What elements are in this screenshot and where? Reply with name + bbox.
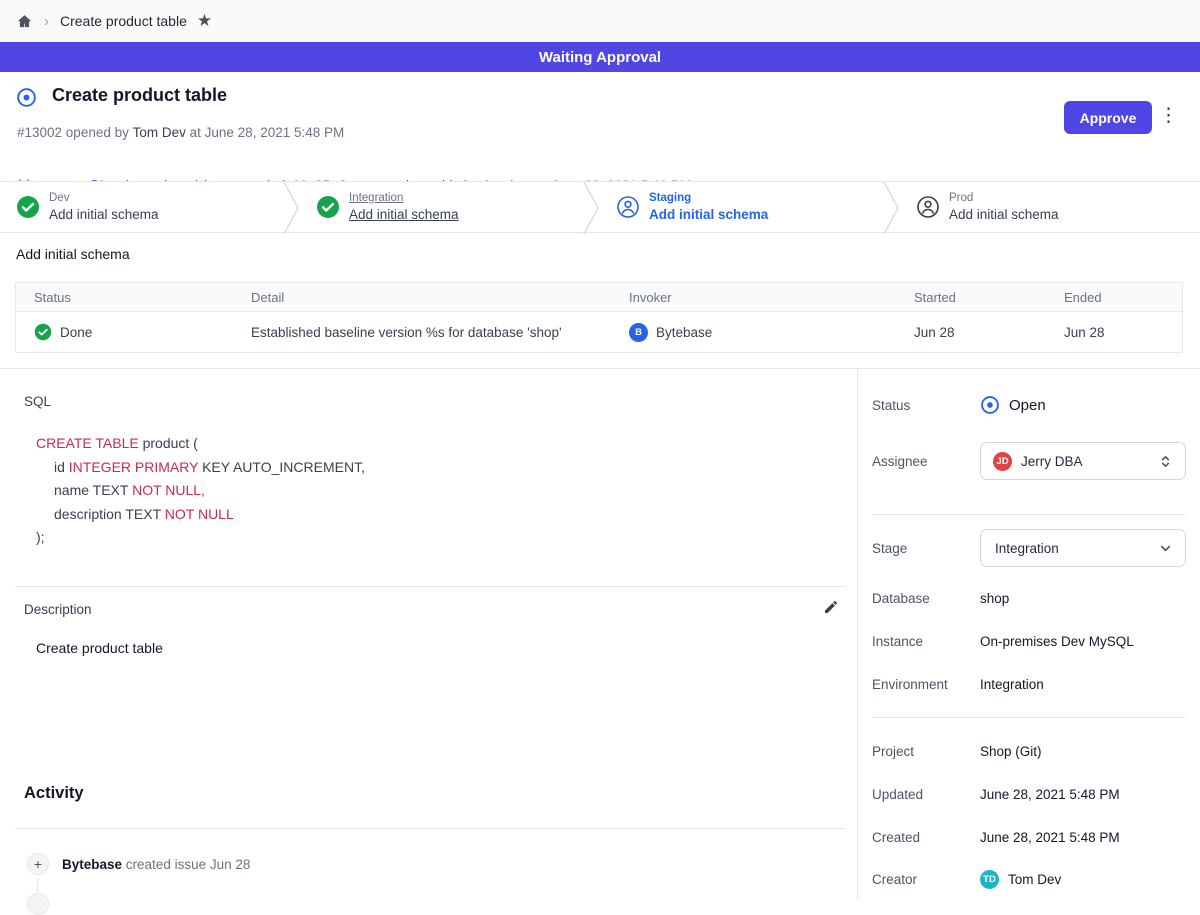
description-label: Description <box>24 602 92 617</box>
stage-separator-chevron <box>883 182 900 234</box>
col-status: Status <box>34 290 251 305</box>
sidebar-row-stage: Stage Integration <box>872 529 1186 567</box>
updown-chevron-icon <box>1158 454 1173 469</box>
approval-banner: Waiting Approval <box>0 42 1200 72</box>
stage-done-check-icon <box>316 195 340 219</box>
pipeline-stage-prod[interactable]: Prod Add initial schema <box>900 182 1200 232</box>
invoker-avatar: B <box>629 323 648 342</box>
issue-author: Tom Dev <box>133 125 186 140</box>
updated-value: June 28, 2021 5:48 PM <box>980 787 1120 802</box>
stage-pending-icon <box>916 195 940 219</box>
activity-section-title: Activity <box>24 784 84 803</box>
issue-open-icon <box>16 87 37 108</box>
sidebar-row-status: Status Open <box>872 395 1186 415</box>
stage-pipeline: Dev Add initial schema Integration Add i… <box>0 181 1200 233</box>
stage-value: Integration <box>995 541 1059 556</box>
instance-value: On-premises Dev MySQL <box>980 634 1134 649</box>
stage-select[interactable]: Integration <box>980 529 1186 567</box>
breadcrumb: › Create product table ★ <box>0 0 1200 42</box>
stage-separator-chevron <box>283 182 300 234</box>
pipeline-stage-staging[interactable]: Staging Add initial schema <box>600 182 900 232</box>
bookmark-star-icon[interactable]: ★ <box>197 11 212 31</box>
activity-item: + Bytebase created issue Jun 28 <box>27 853 250 875</box>
task-section-title: Add initial schema <box>16 246 130 262</box>
lower-content: SQL CREATE TABLE product (id INTEGER PRI… <box>0 368 1200 900</box>
created-value: June 28, 2021 5:48 PM <box>980 830 1120 845</box>
sidebar-row-database: Database shop <box>872 590 1186 607</box>
edit-pencil-icon[interactable] <box>823 599 839 615</box>
sidebar-row-instance: Instance On-premises Dev MySQL <box>872 633 1186 650</box>
task-detail-cell: Established baseline version %s for data… <box>251 325 629 340</box>
project-value: Shop (Git) <box>980 744 1042 759</box>
col-started: Started <box>914 290 1064 305</box>
task-status-cell: Done <box>34 323 251 341</box>
sidebar-divider <box>872 717 1186 718</box>
sidebar-row-assignee: Assignee JD Jerry DBA <box>872 442 1186 480</box>
status-open-icon <box>980 395 1000 415</box>
timeline-connector <box>37 878 38 893</box>
issue-header: Create product table #13002 opened by To… <box>0 72 1200 181</box>
stage-env-label: Integration <box>349 191 459 206</box>
stage-task-label: Add initial schema <box>349 206 459 223</box>
breadcrumb-chevron-icon: › <box>44 13 49 30</box>
sidebar-row-creator: Creator TD Tom Dev <box>872 868 1186 890</box>
assignee-select[interactable]: JD Jerry DBA <box>980 442 1186 480</box>
approval-banner-text: Waiting Approval <box>539 49 661 66</box>
col-ended: Ended <box>1064 290 1182 305</box>
issue-sidebar: Status Open Assignee JD Jerry DBA Stage … <box>858 369 1200 900</box>
task-table: Status Detail Invoker Started Ended Done… <box>15 282 1183 353</box>
activity-action: created issue Jun 28 <box>122 857 250 872</box>
sidebar-row-environment: Environment Integration <box>872 676 1186 693</box>
creator-avatar: TD <box>980 870 999 889</box>
sidebar-row-updated: Updated June 28, 2021 5:48 PM <box>872 786 1186 803</box>
col-invoker: Invoker <box>629 290 914 305</box>
pipeline-stage-integration[interactable]: Integration Add initial schema <box>300 182 600 232</box>
stage-done-check-icon <box>16 195 40 219</box>
stage-task-label: Add initial schema <box>49 206 159 223</box>
col-detail: Detail <box>251 290 629 305</box>
sql-code: CREATE TABLE product (id INTEGER PRIMARY… <box>36 432 365 550</box>
divider <box>15 586 845 587</box>
status-value: Open <box>1009 397 1046 414</box>
sidebar-row-created: Created June 28, 2021 5:48 PM <box>872 829 1186 846</box>
divider <box>15 828 845 829</box>
issue-title: Create product table <box>52 85 227 106</box>
pipeline-stage-dev[interactable]: Dev Add initial schema <box>0 182 300 232</box>
activity-actor: Bytebase <box>62 857 122 872</box>
home-icon[interactable] <box>16 13 33 30</box>
task-ended-cell: Jun 28 <box>1064 325 1182 340</box>
task-table-header: Status Detail Invoker Started Ended <box>16 283 1182 312</box>
task-invoker-cell: B Bytebase <box>629 323 914 342</box>
main-column: SQL CREATE TABLE product (id INTEGER PRI… <box>0 369 858 900</box>
done-check-icon <box>34 323 52 341</box>
issue-meta: #13002 opened by Tom Dev at June 28, 202… <box>17 125 344 140</box>
approve-button[interactable]: Approve <box>1064 101 1152 134</box>
sidebar-divider <box>872 514 1186 515</box>
assignee-value: Jerry DBA <box>1021 454 1083 469</box>
breadcrumb-page-title: Create product table <box>60 13 187 29</box>
sidebar-row-project: Project Shop (Git) <box>872 743 1186 760</box>
sql-section-label: SQL <box>24 394 51 409</box>
database-value: shop <box>980 591 1009 606</box>
stage-separator-chevron <box>583 182 600 234</box>
stage-task-label: Add initial schema <box>649 206 768 223</box>
creator-value: Tom Dev <box>1008 872 1061 887</box>
environment-value: Integration <box>980 677 1044 692</box>
more-actions-kebab-icon[interactable]: ⋮ <box>1159 99 1178 132</box>
task-started-cell: Jun 28 <box>914 325 1064 340</box>
stage-pending-approval-icon <box>616 195 640 219</box>
timeline-next-node <box>27 893 49 915</box>
stage-env-label: Staging <box>649 191 768 206</box>
assignee-avatar: JD <box>993 452 1012 471</box>
stage-env-label: Dev <box>49 191 159 206</box>
task-table-row[interactable]: Done Established baseline version %s for… <box>16 312 1182 352</box>
chevron-down-icon <box>1158 541 1173 556</box>
stage-task-label: Add initial schema <box>949 206 1059 223</box>
stage-env-label: Prod <box>949 191 1059 206</box>
description-text: Create product table <box>36 640 163 656</box>
activity-plus-icon: + <box>27 853 49 875</box>
